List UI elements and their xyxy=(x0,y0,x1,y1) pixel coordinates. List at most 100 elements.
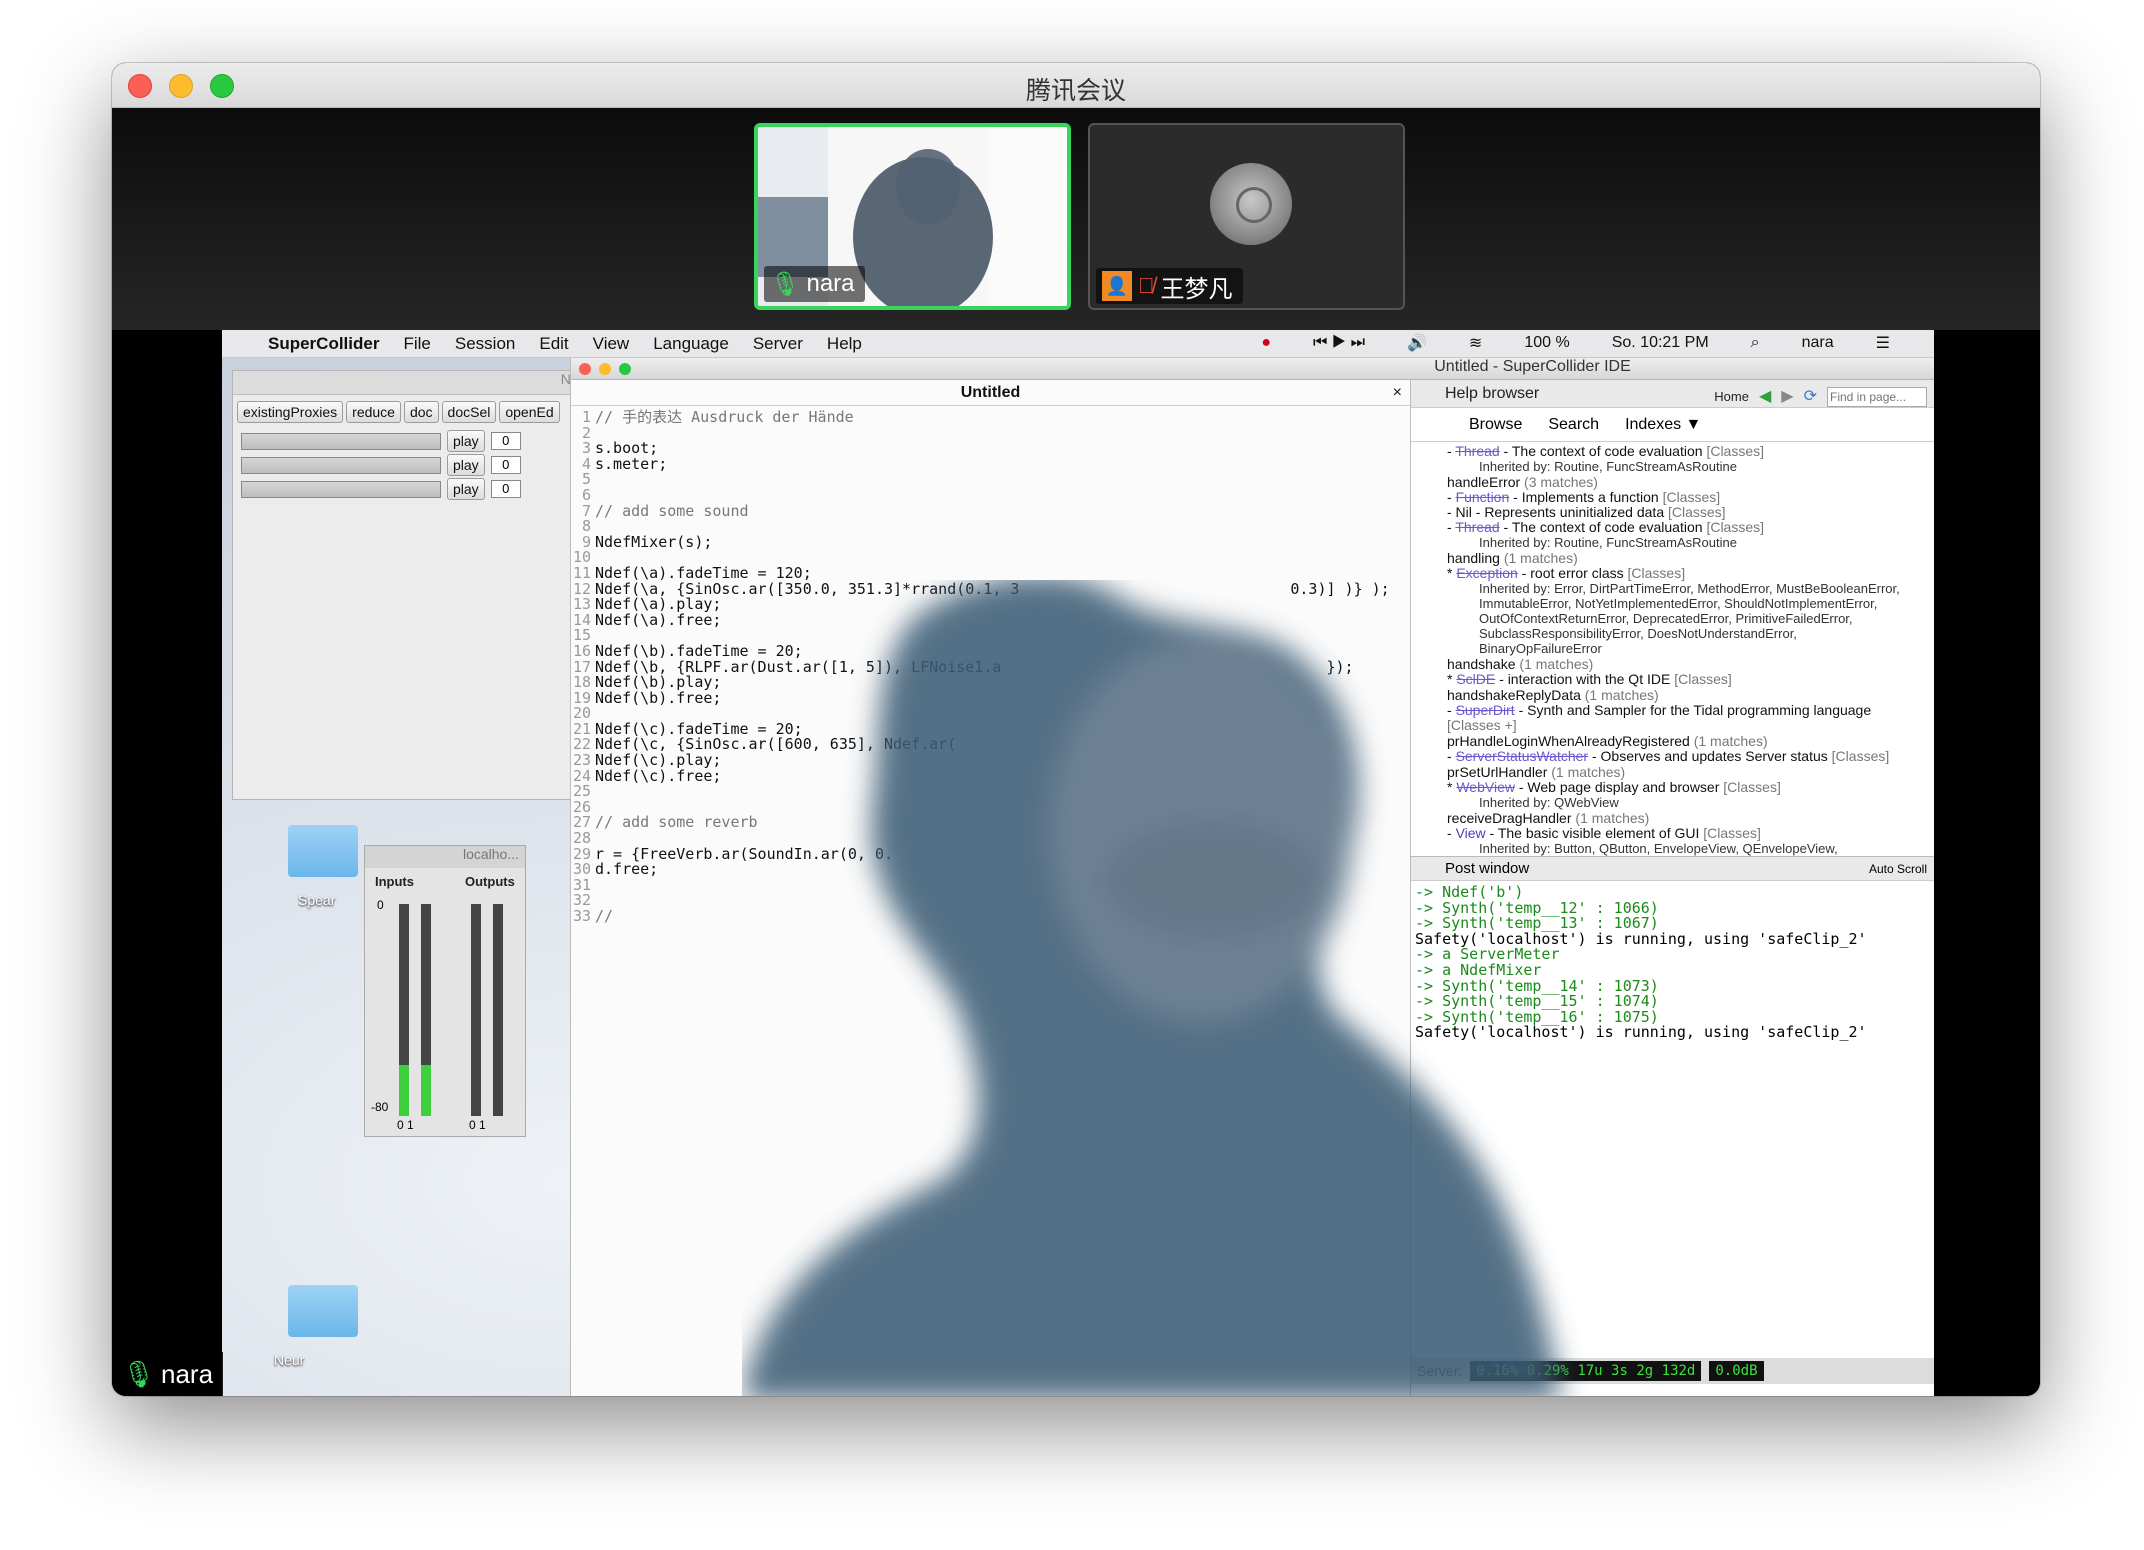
proxy-row: play 0 xyxy=(233,429,606,453)
tab-search[interactable]: Search xyxy=(1548,416,1599,434)
tab-browse[interactable]: Browse xyxy=(1469,416,1522,434)
inputs-label: Inputs xyxy=(375,874,414,889)
desktop-background: 腾讯会议 🎙 nara 👤 🎙̸ 王梦凡 SuperCollider File … xyxy=(0,0,2144,1550)
value-box[interactable]: 0 xyxy=(490,456,521,474)
outputs-label: Outputs xyxy=(465,874,515,889)
value-box[interactable]: 0 xyxy=(490,480,521,498)
help-entry: receiveDragHandler (1 matches) xyxy=(1447,810,1650,826)
code-lines: 1// 手的表达 Ausdruck der Hände 2 3 s.boot; 4 s.m… xyxy=(571,409,1411,925)
help-entry[interactable]: - Function - Implements a function [Clas… xyxy=(1447,490,1919,505)
help-entry: handling (1 matches) xyxy=(1447,550,1578,566)
ndef-toolbar: existingProxies reduce doc docSel openEd xyxy=(233,395,606,429)
reduce-button[interactable]: reduce xyxy=(346,401,401,423)
help-entry[interactable]: Inherited by: Routine, FuncStreamAsRouti… xyxy=(1447,459,1919,474)
proxy-row: play 0 xyxy=(233,477,606,501)
volume-slider[interactable] xyxy=(241,432,441,450)
battery-label: 100 % xyxy=(1524,334,1570,351)
supercollider-ide-window: Untitled - SuperCollider IDE Untitled × … xyxy=(570,358,1934,1396)
help-entry[interactable]: Inherited by: Error, DirtPartTimeError, … xyxy=(1447,581,1919,656)
participant-strip: 🎙 nara 👤 🎙̸ 王梦凡 ︿ xyxy=(112,108,2040,381)
existing-proxies-dropdown[interactable]: existingProxies xyxy=(237,401,344,423)
menu-help[interactable]: Help xyxy=(827,334,862,354)
auto-scroll-toggle[interactable]: Auto Scroll xyxy=(1869,857,1927,881)
menu-session[interactable]: Session xyxy=(455,334,515,354)
input-ticks: 0 1 xyxy=(397,1118,414,1132)
ide-zoom-button[interactable] xyxy=(619,363,631,375)
user-icon: 👤 xyxy=(1102,271,1132,301)
line-text: Ndef(\b).free; xyxy=(595,688,722,707)
server-volume[interactable]: 0.0dB xyxy=(1709,1361,1764,1381)
help-entry[interactable]: Inherited by: Routine, FuncStreamAsRouti… xyxy=(1447,535,1919,550)
user-menu[interactable]: nara xyxy=(1802,334,1834,352)
output-meter-bar xyxy=(493,904,503,1116)
close-tab-icon[interactable]: × xyxy=(1393,380,1402,406)
play-button[interactable]: play xyxy=(447,430,485,452)
code-editor[interactable]: Untitled × 1// 手的表达 Ausdruck der Hände 2 3… xyxy=(571,380,1411,1396)
tab-indexes[interactable]: Indexes ▼ xyxy=(1625,416,1701,434)
find-in-page-input[interactable] xyxy=(1827,387,1927,407)
code-line: 1// 手的表达 Ausdruck der Hände xyxy=(571,409,1411,426)
ide-title: Untitled - SuperCollider IDE xyxy=(1434,358,1631,375)
wifi-icon: ≋ xyxy=(1468,335,1483,352)
participant-tile-nara[interactable]: 🎙 nara xyxy=(754,123,1071,310)
ide-minimize-button[interactable] xyxy=(599,363,611,375)
menu-file[interactable]: File xyxy=(403,334,430,354)
docsel-button[interactable]: docSel xyxy=(441,401,497,423)
doc-button[interactable]: doc xyxy=(403,401,439,423)
participant-tile-wang[interactable]: 👤 🎙̸ 王梦凡 xyxy=(1088,123,1405,310)
home-button[interactable]: Home xyxy=(1714,383,1749,411)
ndef-mixer-window: NdefM existingProxies reduce doc docSel … xyxy=(232,370,607,800)
title-bar: 腾讯会议 xyxy=(112,63,2040,108)
code-line: 25 xyxy=(571,784,1411,800)
opened-button[interactable]: openEd xyxy=(499,401,560,423)
folder-icon[interactable] xyxy=(288,825,358,877)
post-line: Safety('localhost') is running, using 's… xyxy=(1415,1023,1867,1042)
volume-slider[interactable] xyxy=(241,480,441,498)
code-line: 31 xyxy=(571,877,1411,894)
ide-close-button[interactable] xyxy=(579,363,591,375)
code-line: 32 xyxy=(571,893,1411,909)
post-lines: -> Ndef('b') -> Synth('temp__12' : 1066) -… xyxy=(1411,881,1934,1045)
forward-icon[interactable]: ▶ xyxy=(1781,383,1793,411)
help-entry[interactable]: Inherited by: QWebView xyxy=(1447,795,1919,810)
menu-server[interactable]: Server xyxy=(753,334,803,354)
menu-language[interactable]: Language xyxy=(653,334,729,354)
help-toolbar: Home ◀ ▶ ⟳ xyxy=(1714,383,1927,411)
app-menu[interactable]: SuperCollider xyxy=(268,334,379,354)
search-icon: ⌕ xyxy=(1750,334,1760,351)
back-icon[interactable]: ◀ xyxy=(1759,383,1771,411)
help-entry: handshake (1 matches) xyxy=(1447,656,1594,672)
ide-title-bar: Untitled - SuperCollider IDE xyxy=(571,358,1934,380)
play-button[interactable]: play xyxy=(447,454,485,476)
help-title: Help browser xyxy=(1445,385,1540,402)
line-text: Ndef(\a).free; xyxy=(595,610,722,629)
help-entry[interactable]: - ServerStatusWatcher - Observes and upd… xyxy=(1447,749,1919,764)
help-entry[interactable]: - Nil - Represents uninitialized data [C… xyxy=(1447,505,1919,520)
folder-icon[interactable] xyxy=(288,1285,358,1337)
mac-menu-bar: SuperCollider File Session Edit View Lan… xyxy=(222,330,1934,358)
code-line: 5 xyxy=(571,472,1411,488)
menu-edit[interactable]: Edit xyxy=(539,334,568,354)
code-line: 19 Ndef(\b).free; xyxy=(571,688,1411,707)
help-entry[interactable]: - SuperDirt - Synth and Sampler for the … xyxy=(1447,703,1919,733)
volume-slider[interactable] xyxy=(241,456,441,474)
editor-tab[interactable]: Untitled × xyxy=(571,380,1410,406)
menu-view[interactable]: View xyxy=(593,334,630,354)
shared-screen: SuperCollider File Session Edit View Lan… xyxy=(222,330,1934,1396)
line-text: s.meter; xyxy=(595,454,668,473)
participant-name: 王梦凡 xyxy=(1160,275,1233,303)
reload-icon[interactable]: ⟳ xyxy=(1804,383,1817,411)
meeting-window: 腾讯会议 🎙 nara 👤 🎙̸ 王梦凡 SuperCollider File … xyxy=(112,63,2040,1396)
play-button[interactable]: play xyxy=(447,478,485,500)
window-title: 腾讯会议 xyxy=(1025,76,1126,105)
help-entry[interactable]: - View - The basic visible element of GU… xyxy=(1447,826,1919,841)
value-box[interactable]: 0 xyxy=(490,432,521,450)
help-entry[interactable]: * WebView - Web page display and browser… xyxy=(1447,780,1919,795)
help-entry: prHandleLoginWhenAlreadyRegistered (1 ma… xyxy=(1447,733,1768,749)
help-entry[interactable]: - Thread - The context of code evaluatio… xyxy=(1447,444,1919,459)
help-entry[interactable]: * SclDE - interaction with the Qt IDE [C… xyxy=(1447,672,1919,687)
level-meter-window: localho... Inputs Outputs 0 -80 0 1 0 1 xyxy=(364,845,526,1137)
help-entry[interactable]: - Thread - The context of code evaluatio… xyxy=(1447,520,1919,535)
code-line: 27// add some reverb xyxy=(571,815,1411,831)
help-entry[interactable]: * Exception - root error class [Classes] xyxy=(1447,566,1919,581)
